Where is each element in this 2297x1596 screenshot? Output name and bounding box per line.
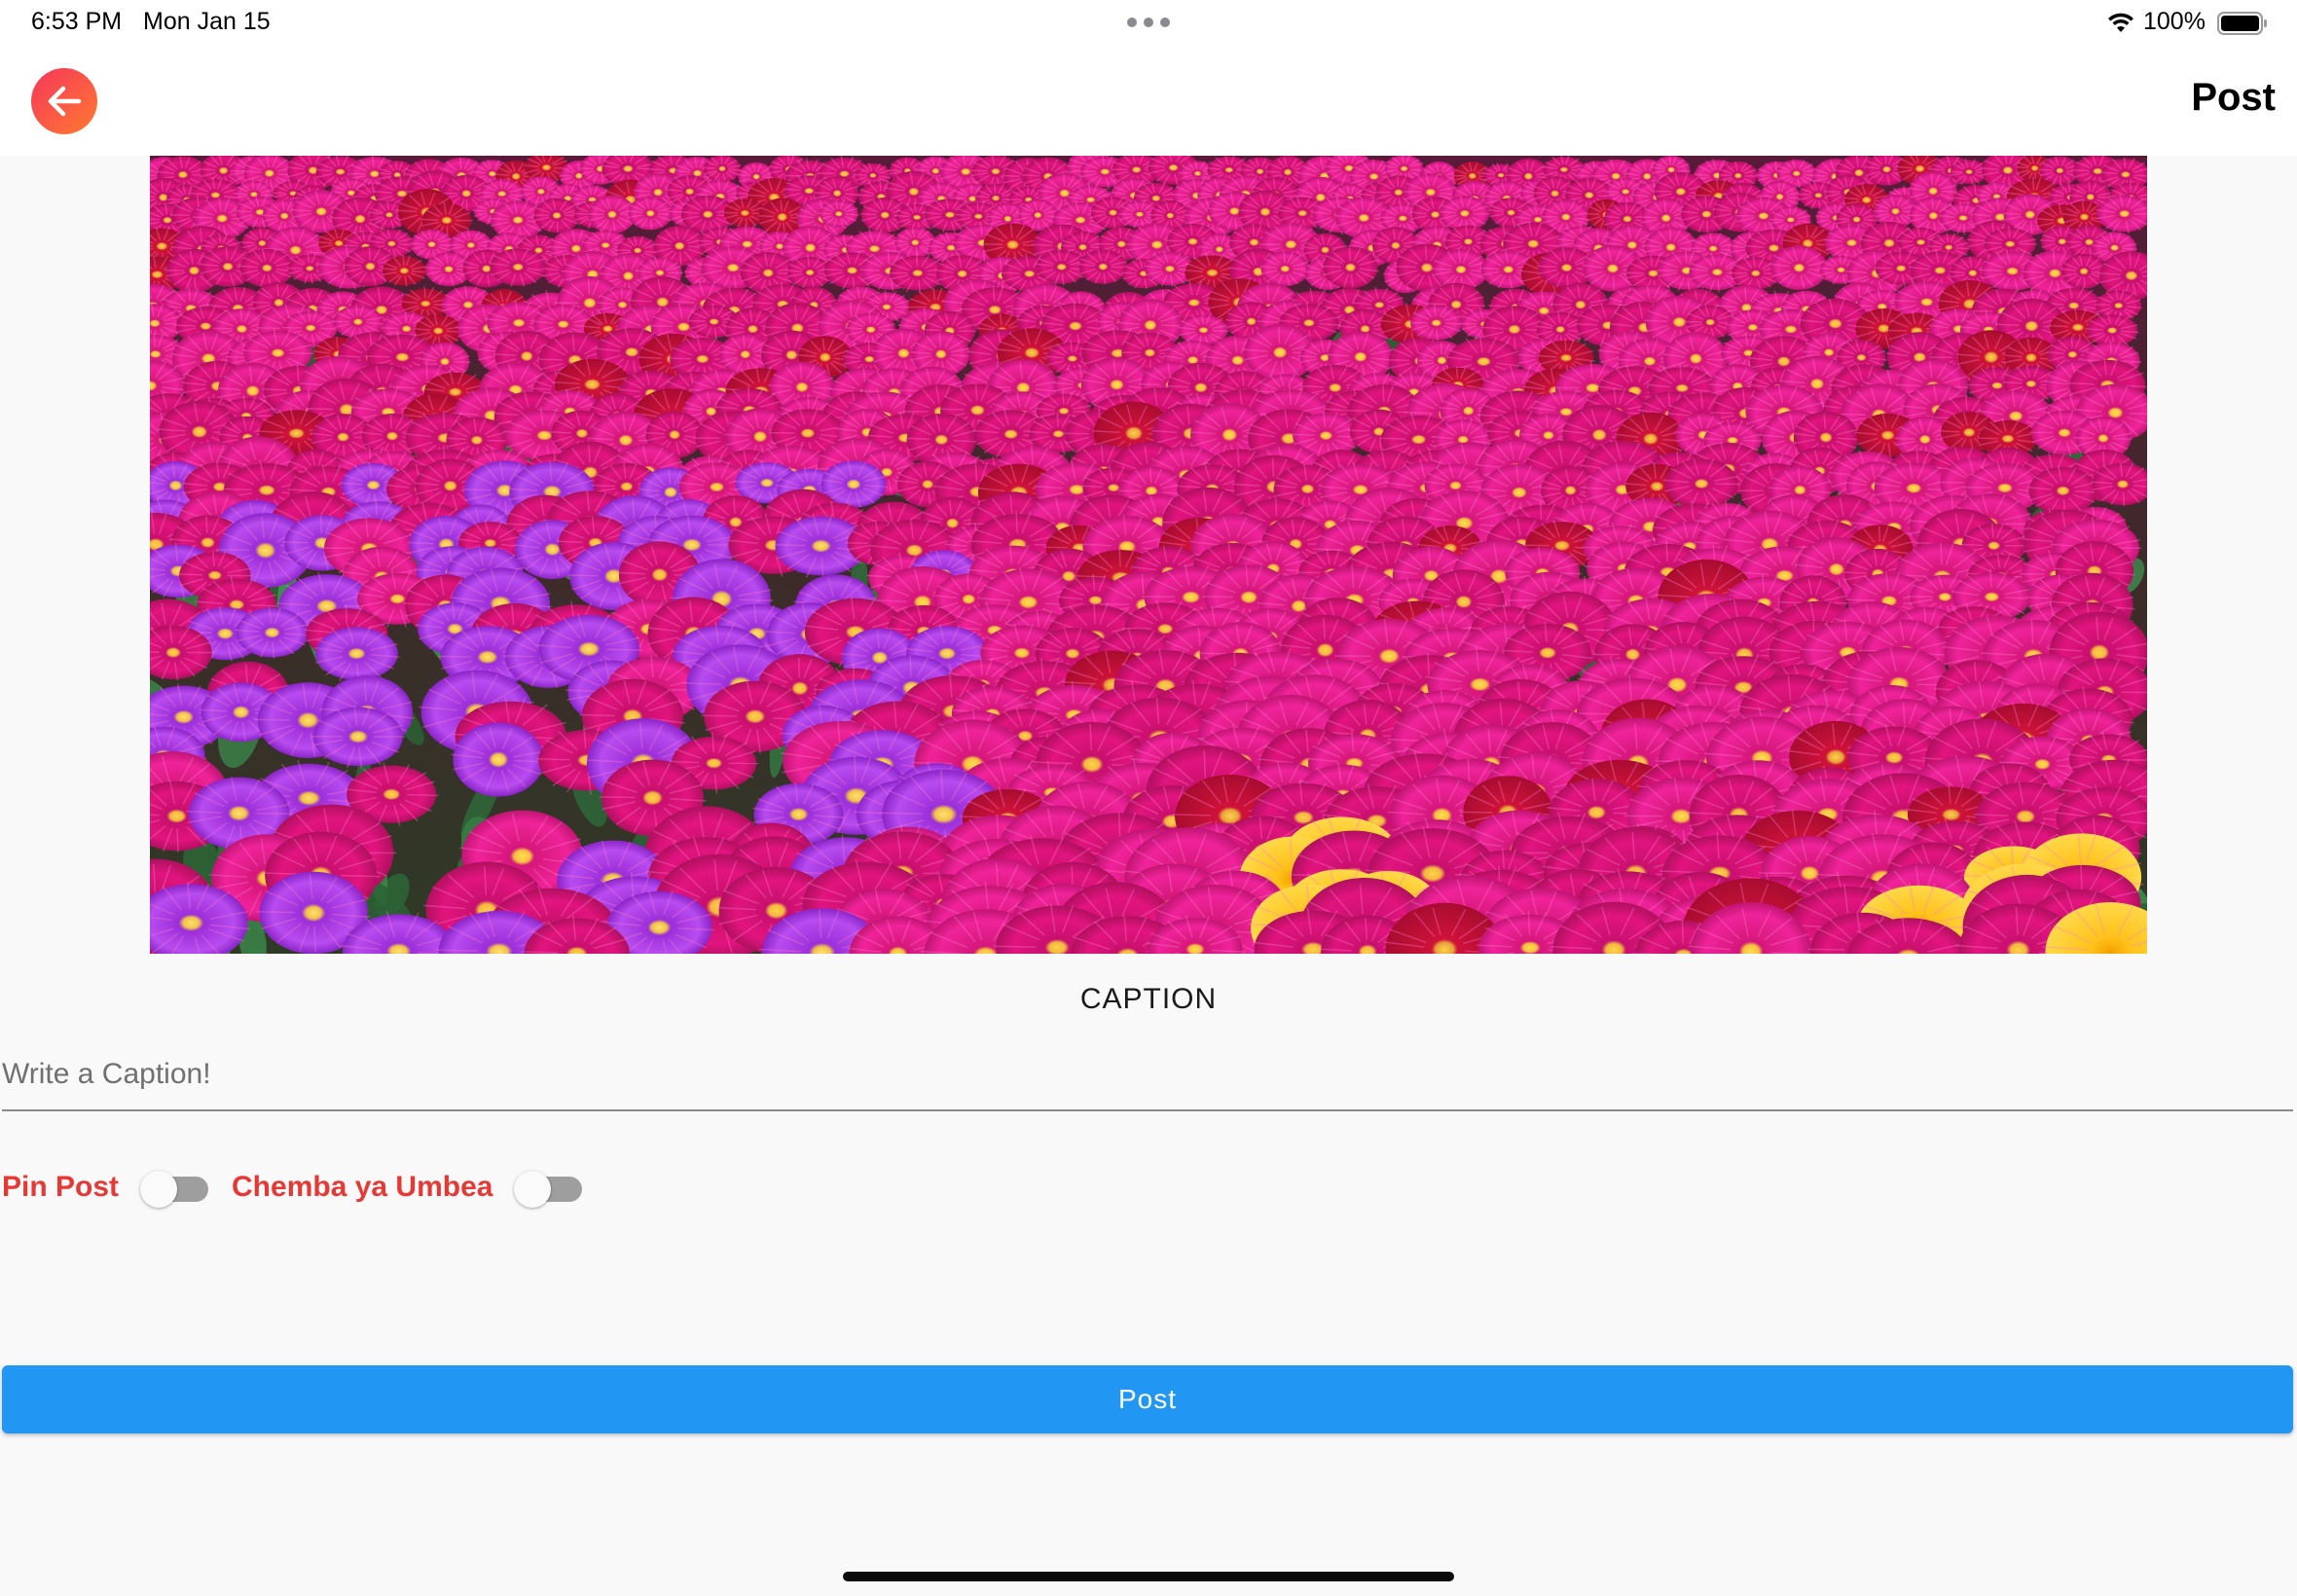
caption-input[interactable]: [2, 1039, 2293, 1111]
pin-post-label: Pin Post: [2, 1171, 120, 1203]
navigation-bar: Post: [0, 49, 2297, 156]
chemba-ya-umbea-label: Chemba ya Umbea: [232, 1171, 493, 1203]
battery-percentage: 100%: [2143, 8, 2206, 35]
page-title: Post: [2191, 76, 2276, 119]
toggle-thumb: [140, 1171, 178, 1208]
post-image: [150, 156, 2147, 954]
back-button[interactable]: [31, 68, 97, 134]
caption-heading: CAPTION: [1079, 983, 1218, 1015]
arrow-left-icon: [48, 86, 82, 117]
pin-post-toggle[interactable]: [140, 1163, 209, 1212]
flower-field-photo: [150, 156, 2147, 954]
chemba-ya-umbea-toggle[interactable]: [514, 1163, 583, 1212]
toggle-thumb: [514, 1171, 552, 1208]
multitasking-dots-icon[interactable]: [1127, 18, 1170, 29]
wifi-icon: [2108, 13, 2133, 32]
home-indicator: [843, 1572, 1454, 1581]
post-button[interactable]: Post: [2, 1365, 2293, 1433]
status-date: Mon Jan 15: [143, 8, 271, 35]
toggle-row: Pin Post Chemba ya Umbea: [2, 1163, 605, 1212]
battery-icon: [2217, 12, 2267, 35]
status-time: 6:53 PM: [31, 8, 123, 35]
status-bar: 6:53 PM Mon Jan 15 100%: [0, 0, 2297, 49]
